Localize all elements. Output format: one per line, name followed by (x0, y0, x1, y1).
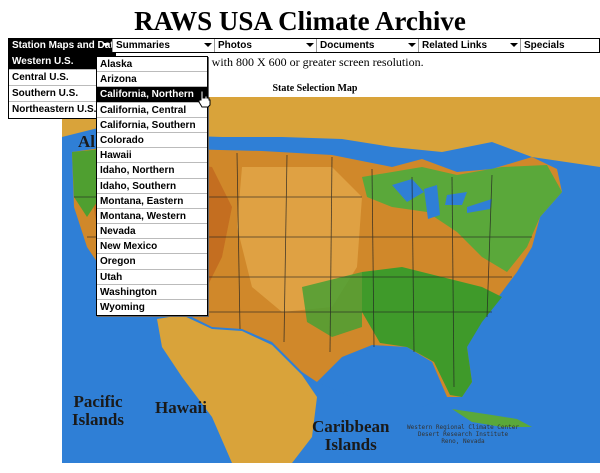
top-menubar: Station Maps and Data Summaries Photos D… (8, 38, 600, 53)
state-item-wyoming[interactable]: Wyoming (97, 300, 207, 315)
map-credit: Western Regional Climate Center Desert R… (407, 424, 519, 445)
tab-specials[interactable]: Specials (521, 39, 599, 52)
state-item-colorado[interactable]: Colorado (97, 133, 207, 149)
page-title: RAWS USA Climate Archive (134, 6, 466, 36)
chevron-down-icon (102, 43, 110, 47)
map-label-caribbean-islands[interactable]: Caribbean Islands (312, 418, 389, 454)
tab-label: Station Maps and Data (12, 40, 113, 51)
chevron-down-icon (510, 43, 518, 47)
state-item-california-northern[interactable]: California, Northern (97, 87, 207, 103)
state-item-california-southern[interactable]: California, Southern (97, 118, 207, 133)
state-item-new-mexico[interactable]: New Mexico (97, 239, 207, 255)
state-item-hawaii[interactable]: Hawaii (97, 148, 207, 164)
tab-summaries[interactable]: Summaries (113, 39, 215, 52)
state-item-nevada[interactable]: Nevada (97, 224, 207, 240)
resolution-note: iewed with 800 X 600 or greater screen r… (180, 55, 424, 69)
state-item-oregon[interactable]: Oregon (97, 254, 207, 270)
tab-label: Specials (524, 40, 565, 51)
state-item-idaho-northern[interactable]: Idaho, Northern (97, 163, 207, 179)
tab-related-links[interactable]: Related Links (419, 39, 521, 52)
state-dropdown: Alaska Arizona California, Northern Cali… (96, 56, 208, 317)
state-item-utah[interactable]: Utah (97, 270, 207, 285)
map-label-alaska[interactable]: Al (78, 133, 95, 151)
state-item-washington[interactable]: Washington (97, 285, 207, 300)
tab-documents[interactable]: Documents (317, 39, 419, 52)
state-item-arizona[interactable]: Arizona (97, 72, 207, 88)
tab-photos[interactable]: Photos (215, 39, 317, 52)
tab-station-maps[interactable]: Station Maps and Data (9, 39, 113, 52)
chevron-down-icon (306, 43, 314, 47)
tab-label: Summaries (116, 40, 170, 51)
chevron-down-icon (204, 43, 212, 47)
map-label-hawaii[interactable]: Hawaii (155, 399, 207, 417)
tab-label: Related Links (422, 40, 488, 51)
tab-label: Photos (218, 40, 252, 51)
chevron-down-icon (408, 43, 416, 47)
map-label-pacific-islands[interactable]: Pacific Islands (72, 393, 124, 429)
tab-label: Documents (320, 40, 375, 51)
hand-cursor-icon (198, 90, 211, 108)
state-item-alaska[interactable]: Alaska (97, 57, 207, 73)
state-item-montana-eastern[interactable]: Montana, Eastern (97, 194, 207, 209)
state-item-montana-western[interactable]: Montana, Western (97, 209, 207, 225)
state-item-idaho-southern[interactable]: Idaho, Southern (97, 179, 207, 194)
state-item-california-central[interactable]: California, Central (97, 103, 207, 118)
